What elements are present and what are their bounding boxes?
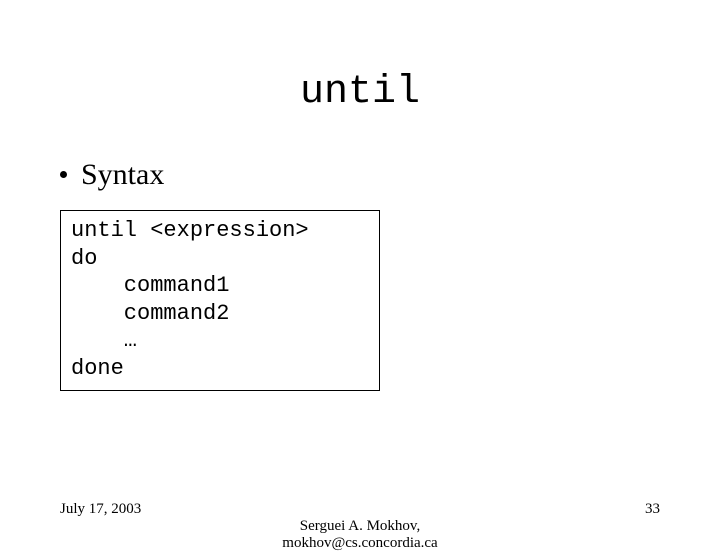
footer-email: mokhov@cs.concordia.ca	[0, 535, 720, 552]
code-line: do	[71, 246, 97, 271]
code-line: done	[71, 356, 124, 381]
code-line: until <expression>	[71, 218, 309, 243]
code-line: command1	[71, 273, 229, 298]
slide: until Syntax until <expression> do comma…	[0, 0, 720, 540]
slide-title: until	[0, 70, 720, 115]
footer-page-number: 33	[645, 501, 660, 518]
bullet-icon	[60, 171, 67, 178]
bullet-item: Syntax	[60, 158, 164, 192]
code-block: until <expression> do command1 command2 …	[60, 210, 380, 391]
bullet-text: Syntax	[81, 158, 164, 192]
footer-author: Serguei A. Mokhov,	[0, 518, 720, 535]
footer-author-block: Serguei A. Mokhov, mokhov@cs.concordia.c…	[0, 518, 720, 553]
footer-date: July 17, 2003	[60, 501, 141, 518]
code-line: …	[71, 328, 137, 353]
code-line: command2	[71, 301, 229, 326]
